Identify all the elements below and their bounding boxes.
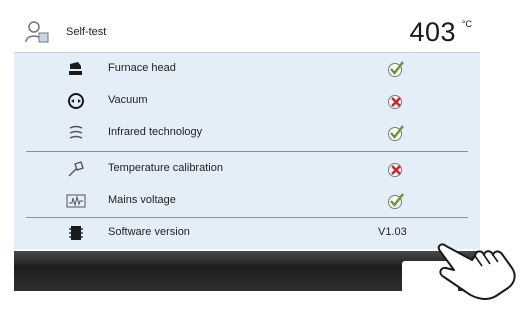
list-item-vacuum: Vacuum xyxy=(14,85,480,117)
temperature-unit: °C xyxy=(461,19,472,29)
list-item-infrared: Infrared technology xyxy=(14,117,480,149)
list-item-label: Mains voltage xyxy=(108,194,176,206)
furnace-head-icon xyxy=(69,62,82,75)
check-icon xyxy=(388,61,404,77)
list-item-label: Vacuum xyxy=(108,94,148,106)
check-icon xyxy=(388,125,404,141)
infrared-icon xyxy=(69,125,83,139)
divider xyxy=(26,151,468,152)
list-item-label: Software version xyxy=(108,226,190,238)
page-title: Self-test xyxy=(66,26,107,38)
list-item-temperature-calibration: Temperature calibration xyxy=(14,153,480,185)
thermometer-icon xyxy=(68,161,84,177)
error-icon xyxy=(388,95,402,109)
list-item-mains-voltage: Mains voltage xyxy=(14,185,480,217)
pointing-hand-icon xyxy=(437,243,516,300)
list-item-software-version: Software version V1.03 xyxy=(14,217,480,249)
list-item-label: Temperature calibration xyxy=(108,162,223,174)
vacuum-icon xyxy=(68,93,84,109)
temperature-readout: 403 xyxy=(409,17,456,47)
error-icon xyxy=(388,163,402,177)
mains-voltage-icon xyxy=(66,194,86,208)
check-icon xyxy=(388,193,404,209)
chip-icon xyxy=(69,226,83,240)
user-icon xyxy=(25,21,49,43)
list-item-label: Infrared technology xyxy=(108,126,203,138)
self-test-screen: Self-test 403 °C Furnace head Vacuum Inf… xyxy=(14,14,480,291)
software-version-value: V1.03 xyxy=(378,226,407,238)
list-item-furnace-head: Furnace head xyxy=(14,53,480,85)
list-item-label: Furnace head xyxy=(108,62,176,74)
self-test-list: Furnace head Vacuum Infrared technology xyxy=(14,53,480,249)
header: Self-test 403 °C xyxy=(14,14,480,53)
